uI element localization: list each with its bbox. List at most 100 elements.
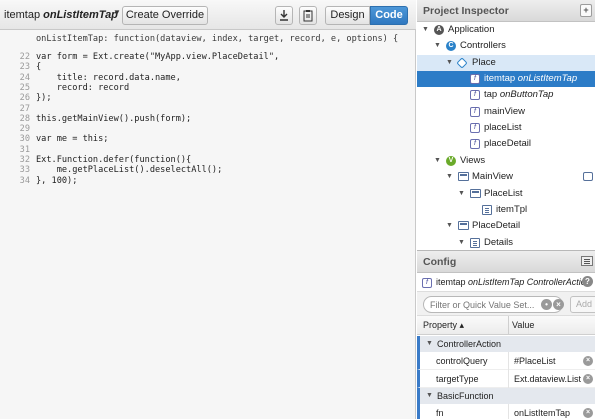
tree-node[interactable]: f itemtap onListItemTap [417,71,595,88]
property-group[interactable]: ▼ BasicFunction [417,388,595,404]
apply-filter-icon[interactable]: • [541,299,552,310]
clear-value-icon[interactable]: × [583,408,593,418]
function-icon: f [470,139,480,150]
view-preview-icon[interactable] [583,172,593,182]
tree-node-name: Views [460,154,486,166]
tree-node-name: PlaceDetail [472,220,521,232]
tree-node-label: Application [448,22,494,38]
tree-node-label: Place [472,55,496,71]
tree-node-name: itemtap [484,73,516,85]
column-divider [508,352,509,370]
collapse-group-icon[interactable]: ▼ [426,336,433,352]
code-line: var me = this; [36,134,109,145]
property-value[interactable]: Ext.dataview.List [514,370,581,388]
application-icon: A [434,25,444,35]
tree-node-label: itemTpl [496,202,527,218]
expand-toggle-icon[interactable]: ▼ [446,218,453,234]
code-line: me.getPlaceList().deselectAll(); [36,165,223,176]
tree-node-label: placeList [484,120,522,136]
inspector-header: Project Inspector + [417,0,595,22]
tree-node[interactable]: ▼ MainView [417,169,595,185]
tree-node[interactable]: ▼ Place [417,54,595,71]
expand-toggle-icon[interactable]: ▼ [422,22,429,38]
tree-node-name: PlaceList [484,187,523,199]
line-number: 25 [19,82,30,93]
chevron-down-icon[interactable]: ▼ [113,8,121,17]
property-row[interactable]: fn onListItemTap × [417,404,595,419]
tree-node-label: itemtap onListItemTap [484,71,577,87]
views-icon: V [446,155,456,166]
line-number: 31 [19,144,30,155]
line-number: 24 [19,72,30,83]
expand-toggle-icon[interactable]: ▼ [458,186,465,202]
clear-filter-icon[interactable]: × [553,299,564,310]
property-group-label: BasicFunction [437,391,494,401]
create-override-button[interactable]: Create Override [122,6,208,25]
tree-node[interactable]: f tap onButtonTap [417,87,595,103]
tree-node[interactable]: ▼ PlaceDetail [417,218,595,234]
line-number: 30 [19,134,30,145]
view-icon [470,188,481,198]
tree-node-name: Application [448,24,495,35]
property-value[interactable]: onListItemTap [514,404,570,419]
collapse-group-icon[interactable]: ▼ [426,388,433,404]
function-icon: f [470,74,480,85]
expand-toggle-icon[interactable]: ▼ [446,169,453,185]
tree-node[interactable]: itemTpl [417,202,595,218]
tree-node-name: placeDetail [484,138,531,150]
editor-title: itemtap onListItemTap [4,9,118,21]
tree-node[interactable]: ▼ Details [417,235,595,251]
tree-node-label: PlaceList [484,186,523,202]
code-line: title: record.data.name, [36,72,181,83]
function-icon: f [470,90,480,101]
clear-value-icon[interactable]: × [583,374,593,384]
expand-toggle-icon[interactable]: ▼ [434,153,441,169]
property-group[interactable]: ▼ ControllerAction [417,336,595,352]
function-icon: f [470,123,480,134]
code-line: this.getMainView().push(form); [36,113,192,124]
tree-node[interactable]: ▼ A Application [417,22,595,38]
view-icon [458,221,469,231]
expand-toggle-icon[interactable]: ▼ [446,55,453,71]
list-view-icon[interactable] [581,256,593,266]
view-icon [458,172,469,182]
download-icon[interactable] [275,6,293,25]
clipboard-icon[interactable] [299,6,317,25]
code-editor-panel: itemtap onListItemTap ▼ Create Override … [0,0,416,419]
tree-node[interactable]: ▼ PlaceList [417,186,595,202]
tree-node-label: Views [460,153,485,169]
expand-toggle-icon[interactable]: ▼ [434,38,441,54]
property-row[interactable]: targetType Ext.dataview.List × [417,370,595,388]
property-row[interactable]: controlQuery #PlaceList × [417,352,595,370]
config-panel: Config f itemtap onListItemTap Controlle… [417,250,595,419]
tree-node-name: Place [472,56,496,68]
line-number: 28 [19,113,30,124]
tree-node[interactable]: ▼ C Controllers [417,38,595,54]
property-value[interactable]: #PlaceList [514,352,556,370]
code-line: var form = Ext.create("MyApp.view.PlaceD… [36,52,280,62]
template-icon [482,204,492,215]
code-mode-button[interactable]: Code [370,6,408,25]
tree-node[interactable]: ▼ V Views [417,153,595,169]
tree-node[interactable]: f placeList [417,120,595,136]
tree-node[interactable]: f mainView [417,104,595,120]
design-mode-button[interactable]: Design [325,6,370,25]
property-name: fn [436,408,444,418]
config-subtitle: f itemtap onListItemTap ControllerAction… [417,273,595,291]
line-number: 32 [19,155,30,165]
add-button[interactable]: Add [570,296,595,313]
help-icon[interactable]: ? [582,276,593,287]
tree-node[interactable]: f placeDetail [417,136,595,152]
tree-node-name: mainView [484,105,526,117]
config-subtitle-prefix: itemtap [436,277,466,287]
property-column-header[interactable]: Property ▴ [423,316,464,335]
clear-value-icon[interactable]: × [583,356,593,366]
value-column-header[interactable]: Value [512,316,534,335]
place-controller-icon [456,57,468,69]
property-grid-header: Property ▴ Value [417,316,595,335]
tree-node-event: onListItemTap [515,73,578,85]
add-icon[interactable]: + [580,4,592,17]
line-number: 29 [19,124,30,135]
tree-node-name: Controllers [460,40,506,52]
expand-toggle-icon[interactable]: ▼ [458,235,465,251]
